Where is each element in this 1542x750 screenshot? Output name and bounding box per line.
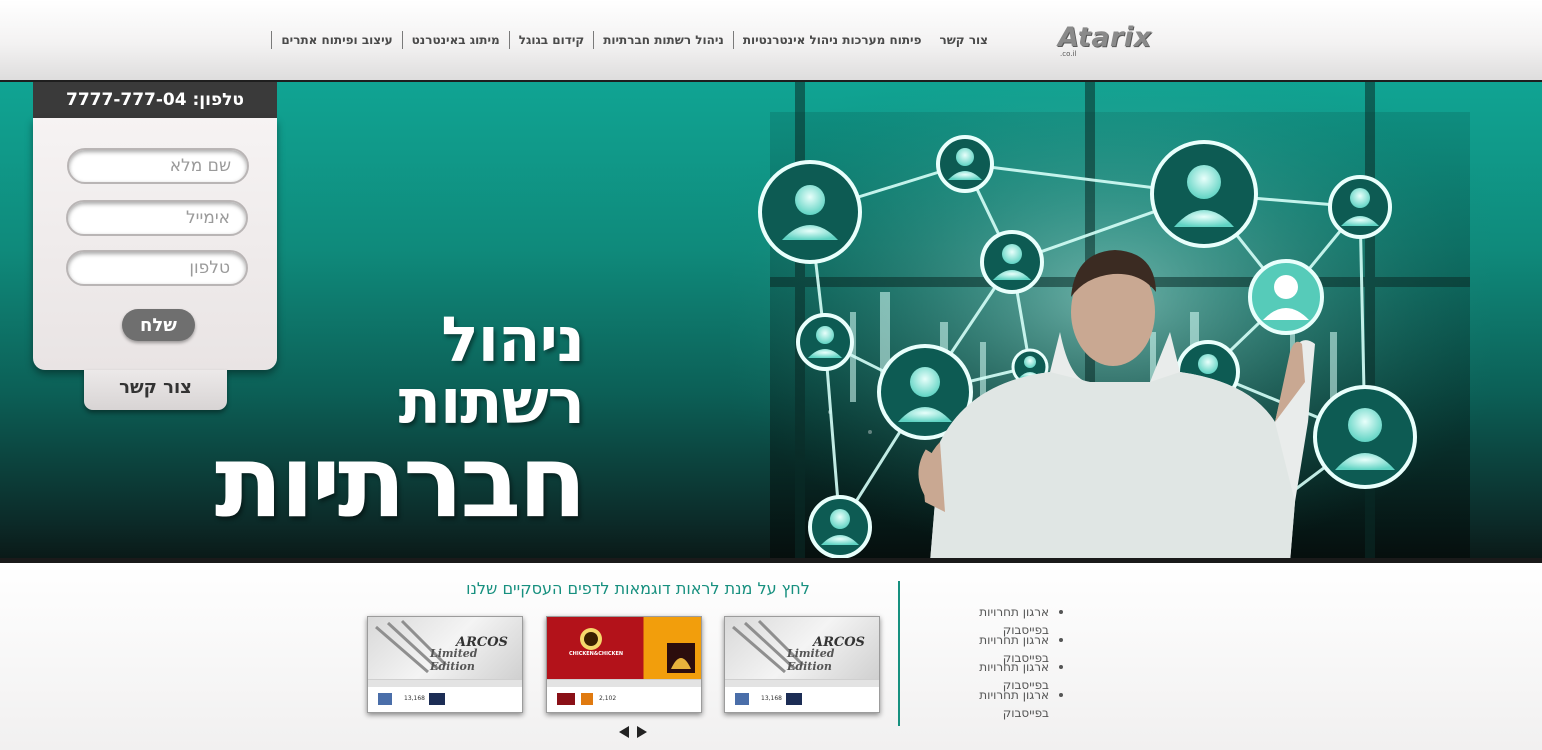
bullet-icon — [1059, 637, 1063, 642]
thumbnail-row: 13,168 — [374, 691, 518, 709]
thumbnail-toolbar — [725, 679, 879, 687]
thumbnail-banner: CHICKEN&CHICKEN — [547, 617, 701, 679]
site-header: Atarix .co.il עיצוב ופיתוח אתרים מיתוג ב… — [0, 0, 1542, 82]
contact-us-tab[interactable]: צור קשר — [84, 370, 227, 410]
send-button[interactable]: שלח — [122, 309, 195, 341]
thumbnail-banner: ARCOS Limited Edition — [725, 617, 879, 679]
nav-item-cms-development[interactable]: פיתוח מערכות ניהול אינטרנטיות — [732, 31, 931, 49]
photo-icon — [581, 693, 593, 705]
email-input[interactable] — [66, 200, 248, 236]
nav-item-social-networks[interactable]: ניהול רשתות חברתיות — [593, 31, 733, 49]
list-item: ארגון תחרויות בפייסבוק — [930, 686, 1065, 720]
main-nav: עיצוב ופיתוח אתרים מיתוג באינטרנט קידום … — [271, 30, 997, 50]
bullet-icon — [1059, 610, 1063, 614]
phone-input[interactable] — [66, 250, 248, 286]
headline-line-3: חברתיות — [214, 423, 587, 540]
nav-item-google-seo[interactable]: קידום בגוגל — [508, 31, 594, 49]
phone-number-bar: טלפון: 7777-777-04 — [33, 82, 277, 118]
arrow-left-icon[interactable] — [617, 725, 631, 739]
photo-icon — [378, 693, 392, 705]
logo-text: Atarix — [1058, 22, 1152, 53]
photo-icon — [735, 693, 749, 705]
chicken-brand: CHICKEN&CHICKEN — [569, 651, 624, 657]
list-item: ארגון תחרויות בפייסבוק — [930, 603, 1065, 637]
arrow-right-icon[interactable] — [635, 725, 649, 739]
thumbnail-toolbar — [368, 679, 522, 687]
thumbnail-row: 13,168 — [731, 691, 875, 709]
vertical-divider — [898, 581, 900, 726]
contact-form-panel: שלח — [33, 118, 277, 370]
rooster-icon — [580, 628, 695, 673]
services-list: ארגון תחרויות בפייסבוק ארגון תחרויות בפי… — [930, 603, 1065, 720]
arcos-tagline: Limited Edition — [430, 647, 478, 673]
list-item-label: ארגון תחרויות בפייסבוק — [979, 687, 1049, 720]
thumbnail-row: 2,102 — [553, 691, 697, 709]
nav-item-branding[interactable]: מיתוג באינטרנט — [401, 31, 509, 49]
facebook-page-thumbnail-arcos-left[interactable]: ARCOS Limited Edition 13,168 — [367, 616, 523, 713]
bullet-icon — [1059, 692, 1063, 697]
facebook-page-thumbnail-chicken[interactable]: CHICKEN&CHICKEN 2,102 — [546, 616, 702, 713]
thumbnail-banner: ARCOS Limited Edition — [368, 617, 522, 679]
carousel-arrows — [617, 725, 649, 739]
list-item: ארגון תחרויות בפייסבוק — [930, 658, 1065, 692]
photo-icon — [429, 693, 445, 705]
likes-count: 13,168 — [404, 695, 425, 702]
social-network-illustration — [730, 82, 1490, 562]
list-item: ארגון תחרויות בפייסבוק — [930, 631, 1065, 665]
bottom-section: לחץ על מנת לראות דוגמאות לדפים העסקיים ש… — [0, 563, 1542, 750]
nav-item-web-design[interactable]: עיצוב ופיתוח אתרים — [271, 31, 401, 49]
arcos-tagline: Limited Edition — [787, 647, 835, 673]
likes-count: 13,168 — [761, 695, 782, 702]
thumbnail-toolbar — [547, 679, 701, 687]
photo-icon — [786, 693, 802, 705]
nav-item-contact[interactable]: צור קשר — [930, 31, 997, 49]
bullet-icon — [1059, 665, 1063, 669]
photo-icon — [557, 693, 575, 705]
atarix-logo[interactable]: Atarix .co.il — [1058, 22, 1188, 62]
facebook-page-thumbnail-arcos-right[interactable]: ARCOS Limited Edition 13,168 — [724, 616, 880, 713]
likes-count: 2,102 — [599, 695, 617, 702]
full-name-input[interactable] — [67, 148, 249, 184]
logo-domain: .co.il — [1060, 50, 1077, 58]
examples-heading: לחץ על מנת לראות דוגמאות לדפים העסקיים ש… — [466, 579, 810, 598]
